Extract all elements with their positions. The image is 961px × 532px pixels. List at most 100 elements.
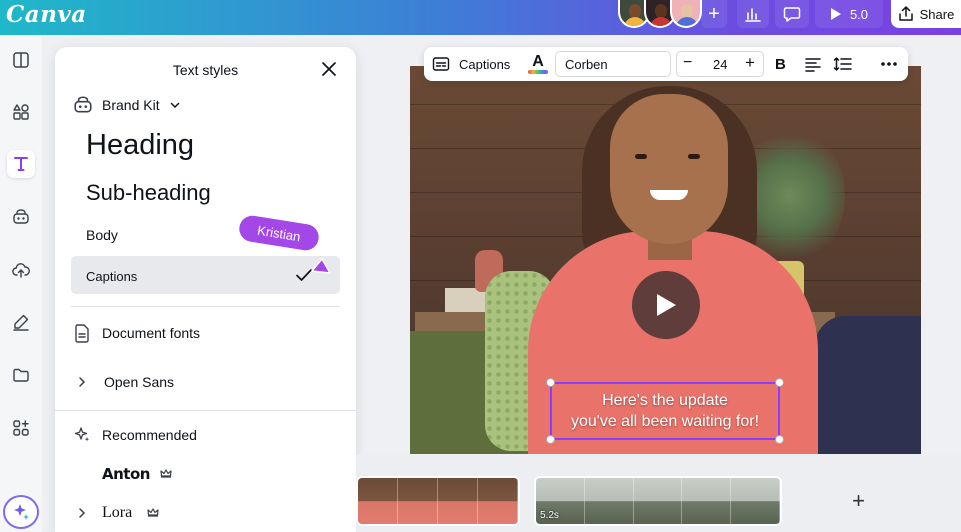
document-icon bbox=[75, 324, 89, 343]
close-panel-button[interactable] bbox=[320, 60, 338, 78]
rail-projects[interactable] bbox=[7, 361, 35, 389]
pen-icon bbox=[13, 314, 29, 331]
divider bbox=[71, 306, 340, 307]
recommended-label: Recommended bbox=[102, 427, 197, 443]
text-color-button[interactable]: A bbox=[527, 47, 549, 81]
layout-icon bbox=[13, 52, 29, 68]
folder-icon bbox=[13, 368, 29, 382]
more-options-button[interactable] bbox=[880, 47, 898, 81]
shapes-icon bbox=[13, 104, 29, 120]
font-size-value[interactable]: 24 bbox=[713, 57, 727, 72]
brand-kit-label: Brand Kit bbox=[102, 97, 160, 113]
captions-icon bbox=[432, 57, 450, 71]
play-video-button[interactable] bbox=[632, 271, 700, 339]
recommended-header: Recommended bbox=[73, 426, 356, 444]
timeline-clip[interactable] bbox=[356, 476, 520, 526]
present-label: 5.0 bbox=[849, 6, 869, 22]
align-button[interactable] bbox=[804, 47, 822, 81]
chevron-right-icon bbox=[79, 377, 86, 387]
sofa-cushion bbox=[815, 316, 921, 454]
rail-apps[interactable] bbox=[7, 414, 35, 442]
rail-text[interactable] bbox=[7, 150, 35, 178]
magic-assistant-button[interactable] bbox=[3, 495, 39, 529]
sparkle-icon bbox=[74, 427, 90, 442]
captions-button[interactable]: Captions bbox=[432, 47, 510, 81]
share-label: Share bbox=[919, 6, 955, 22]
present-button[interactable]: 5.0 bbox=[815, 0, 883, 28]
timeline: 5.2s + bbox=[356, 455, 961, 532]
font-anton-label: Anton bbox=[102, 465, 150, 483]
text-toolbar: Captions A Corben − 24 + B bbox=[424, 47, 908, 81]
resize-handle[interactable] bbox=[546, 378, 555, 387]
rail-draw[interactable] bbox=[7, 308, 35, 336]
apps-icon bbox=[13, 420, 29, 436]
rail-brand[interactable] bbox=[7, 203, 35, 231]
avatar[interactable] bbox=[670, 0, 702, 28]
font-open-sans[interactable]: Open Sans bbox=[77, 374, 356, 390]
chevron-down-icon bbox=[170, 102, 179, 109]
crown-icon bbox=[147, 508, 159, 517]
document-fonts-label: Document fonts bbox=[102, 325, 201, 341]
resize-handle[interactable] bbox=[546, 435, 555, 444]
share-button[interactable]: Share bbox=[891, 0, 961, 28]
spacing-button[interactable] bbox=[833, 47, 853, 81]
timeline-clip[interactable]: 5.2s bbox=[534, 476, 782, 526]
text-t-icon bbox=[14, 157, 28, 171]
resize-handle[interactable] bbox=[775, 435, 784, 444]
font-lora[interactable]: Lora bbox=[77, 504, 356, 522]
canva-logo[interactable]: Canva bbox=[6, 1, 87, 28]
play-icon bbox=[830, 8, 841, 20]
comment-button[interactable] bbox=[775, 0, 809, 28]
caption-text-box[interactable]: Here's the update you've all been waitin… bbox=[546, 378, 784, 444]
style-captions[interactable]: Captions bbox=[71, 256, 340, 294]
rail-uploads[interactable] bbox=[7, 256, 35, 284]
cloud-upload-icon bbox=[12, 263, 30, 278]
bold-button[interactable]: B bbox=[775, 47, 786, 81]
panel-title: Text styles bbox=[172, 62, 239, 78]
clip-duration: 5.2s bbox=[540, 510, 559, 521]
font-open-sans-label: Open Sans bbox=[104, 374, 175, 390]
align-left-icon bbox=[805, 58, 821, 72]
comment-icon bbox=[783, 7, 801, 22]
person-face bbox=[610, 94, 728, 244]
font-anton[interactable]: Anton bbox=[102, 465, 356, 483]
text-color-icon: A bbox=[532, 53, 544, 70]
rail-elements[interactable] bbox=[7, 98, 35, 126]
style-heading[interactable]: Heading bbox=[86, 129, 356, 162]
plus-icon: + bbox=[852, 488, 865, 513]
brand-kit-selector[interactable]: Brand Kit bbox=[73, 95, 356, 115]
video-canvas[interactable]: Here's the update you've all been waitin… bbox=[410, 66, 921, 454]
share-icon bbox=[898, 6, 913, 21]
style-captions-label: Captions bbox=[86, 269, 138, 284]
text-styles-panel: Text styles Brand Kit Heading Sub-headin… bbox=[55, 47, 356, 532]
line-spacing-icon bbox=[833, 57, 852, 71]
font-family-dropdown[interactable]: Corben bbox=[555, 51, 671, 77]
brand-icon bbox=[13, 209, 29, 224]
crown-icon bbox=[160, 469, 172, 478]
caption-line: you've all been waiting for! bbox=[570, 413, 760, 430]
font-size-stepper: − 24 + bbox=[676, 51, 764, 77]
collaborator-avatars bbox=[618, 0, 702, 28]
left-rail bbox=[0, 35, 42, 532]
bar-chart-icon bbox=[745, 8, 761, 22]
style-subheading[interactable]: Sub-heading bbox=[86, 180, 356, 206]
sparkle-icon bbox=[14, 504, 29, 520]
play-icon bbox=[657, 294, 676, 316]
more-horizontal-icon bbox=[881, 62, 897, 66]
font-lora-label: Lora bbox=[102, 504, 133, 521]
captions-label: Captions bbox=[459, 56, 511, 72]
collaborator-cursor-icon bbox=[311, 258, 331, 274]
decrease-size-button[interactable]: − bbox=[683, 54, 692, 72]
chevron-right-icon bbox=[79, 508, 86, 518]
caption-line: Here's the update bbox=[602, 392, 728, 409]
document-fonts-header: Document fonts bbox=[73, 323, 356, 343]
close-icon bbox=[322, 62, 336, 76]
add-clip-button[interactable]: + bbox=[796, 476, 921, 526]
top-bar: Canva + 5.0 Share bbox=[0, 0, 961, 35]
increase-size-button[interactable]: + bbox=[745, 53, 755, 73]
add-collaborator-button[interactable]: + bbox=[701, 0, 727, 28]
brand-icon bbox=[74, 96, 92, 113]
insights-button[interactable] bbox=[737, 0, 769, 28]
rail-design[interactable] bbox=[7, 46, 35, 74]
resize-handle[interactable] bbox=[775, 378, 784, 387]
